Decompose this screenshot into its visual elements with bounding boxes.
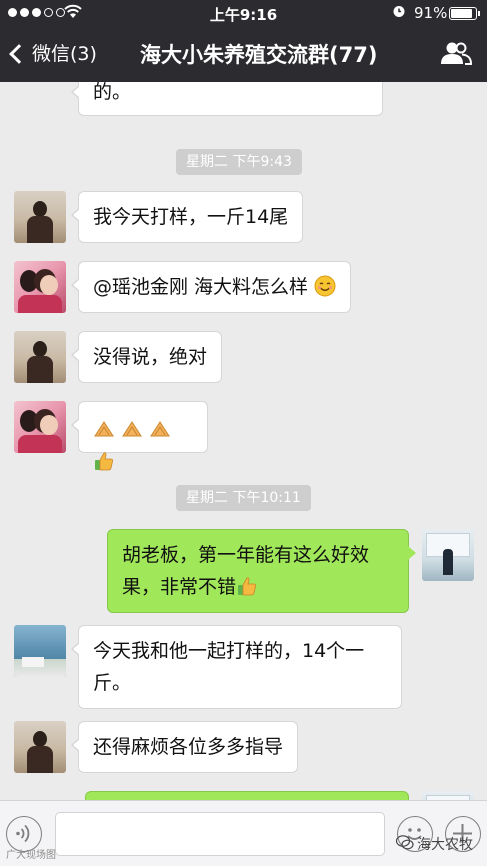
- message-bubble[interactable]: 我今天打样，一斤14尾: [70, 191, 304, 243]
- message-bubble[interactable]: [85, 791, 409, 800]
- chat-title: 海大小朱养殖交流群(77): [140, 43, 378, 67]
- message-bubble[interactable]: @瑶池金刚 海大料怎么样: [70, 261, 352, 313]
- message-text-line: 胡老板，第一年能有这么好效: [122, 544, 370, 566]
- navigation-bar: 微信(3) 海大小朱养殖交流群(77): [0, 26, 487, 82]
- message-text: @瑶池金刚 海大料怎么样: [93, 276, 309, 298]
- message-text-line: 斤。: [93, 672, 132, 694]
- message-bubble[interactable]: 今天我和他一起打样的，14个一 斤。: [71, 625, 402, 709]
- avatar[interactable]: [14, 261, 66, 313]
- watermark-right: 海大农牧: [395, 834, 473, 854]
- back-button-label: 微信(3): [32, 43, 97, 65]
- watermark-left: 广大现场图: [6, 850, 56, 861]
- message-text: 还得麻烦各位多多指导: [93, 736, 284, 758]
- avatar[interactable]: [422, 791, 474, 800]
- clap-emoji-icon: [121, 418, 143, 440]
- input-bar: [0, 800, 487, 866]
- message-bubble[interactable]: 还得麻烦各位多多指导: [70, 721, 299, 773]
- message-text-line: 今天我和他一起打样的，14个一: [93, 640, 365, 662]
- thumbs-up-emoji-icon: [93, 450, 115, 472]
- message-bubble[interactable]: 的。: [71, 82, 383, 116]
- time-divider: 星期二 下午9:43: [176, 149, 302, 175]
- message-list[interactable]: 的。 星期二 下午9:43 我今天打样，一斤14尾 @瑶池金刚 海大料怎么样 没…: [0, 82, 487, 800]
- alarm-icon: [392, 4, 406, 22]
- avatar[interactable]: [422, 529, 474, 581]
- back-button[interactable]: 微信(3): [9, 39, 97, 66]
- avatar[interactable]: [14, 625, 66, 677]
- message-bubble[interactable]: 没得说，绝对: [70, 331, 223, 383]
- clap-emoji-icon: [93, 418, 115, 440]
- battery-percentage: 91%: [414, 4, 448, 22]
- message-text-line: 果，非常不错: [122, 576, 237, 598]
- status-bar: 上午9:16 91%: [0, 0, 487, 26]
- avatar[interactable]: [14, 331, 66, 383]
- watermark-right-text: 海大农牧: [417, 837, 473, 853]
- clap-emoji-icon: [149, 418, 171, 440]
- thumbs-up-emoji-icon: [236, 575, 258, 597]
- battery-icon: [449, 7, 480, 20]
- group-members-icon[interactable]: [440, 40, 473, 66]
- wechat-logo-icon: [395, 834, 414, 854]
- smile-emoji-icon: [314, 275, 336, 297]
- message-bubble[interactable]: 胡老板，第一年能有这么好效 果，非常不错: [107, 529, 416, 613]
- avatar[interactable]: [14, 721, 66, 773]
- avatar[interactable]: [14, 191, 66, 243]
- message-text: 没得说，绝对: [93, 346, 208, 368]
- chevron-left-icon: [9, 43, 29, 64]
- message-input[interactable]: [55, 812, 385, 856]
- message-text: 我今天打样，一斤14尾: [93, 206, 289, 228]
- time-divider: 星期二 下午10:11: [176, 485, 311, 511]
- message-bubble[interactable]: [71, 401, 208, 471]
- message-text: 的。: [93, 82, 132, 103]
- avatar[interactable]: [14, 401, 66, 453]
